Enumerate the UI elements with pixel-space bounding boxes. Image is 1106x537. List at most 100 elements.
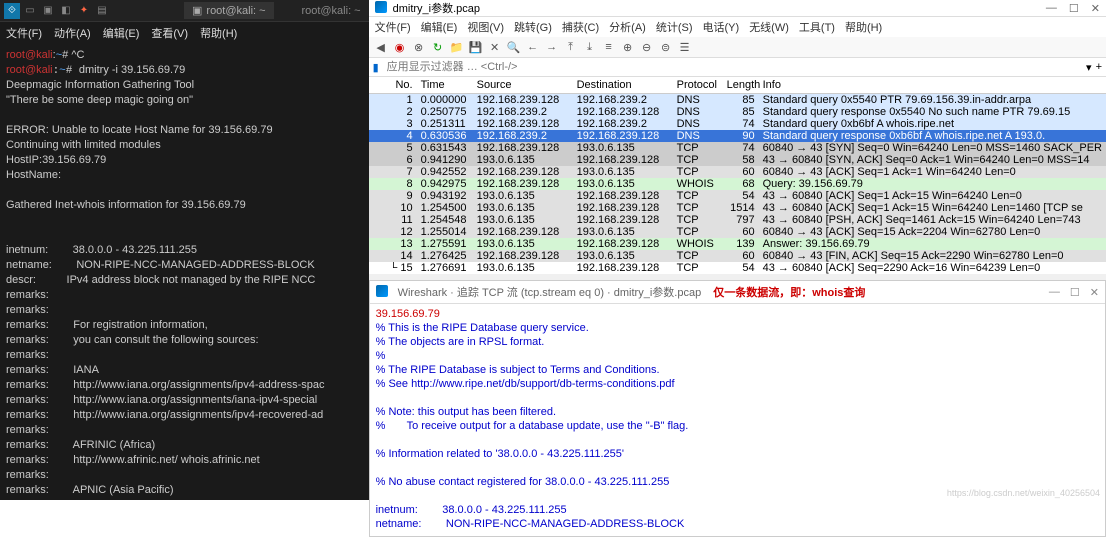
window-controls: — ☐ ✕	[1049, 286, 1099, 299]
packet-row[interactable]: 141.276425192.168.239.128193.0.6.135TCP6…	[369, 250, 1106, 262]
header-source[interactable]: Source	[473, 78, 573, 92]
wireshark-titlebar: dmitry_i参数.pcap — ☐ ✕	[369, 0, 1106, 17]
menu-file[interactable]: 文件(F)	[6, 25, 42, 41]
packet-headers: No. Time Source Destination Protocol Len…	[369, 77, 1106, 94]
packet-list[interactable]: 10.000000192.168.239.128192.168.239.2DNS…	[369, 94, 1106, 274]
wireshark-icon	[375, 1, 389, 15]
app-icon[interactable]: ▭	[22, 3, 38, 19]
header-length[interactable]: Length	[723, 78, 759, 92]
close-icon[interactable]: ✕	[1091, 2, 1100, 15]
watermark: https://blog.csdn.net/weixin_40256504	[947, 488, 1100, 498]
filter-icon[interactable]: ▮	[373, 61, 379, 74]
maximize-icon[interactable]: ☐	[1069, 2, 1079, 15]
packet-row[interactable]: 131.275591193.0.6.135192.168.239.128WHOI…	[369, 238, 1106, 250]
stream-content[interactable]: 39.156.69.79 % This is the RIPE Database…	[370, 304, 1105, 536]
packet-row[interactable]: 40.630536192.168.239.2192.168.239.128DNS…	[369, 130, 1106, 142]
terminal-output[interactable]: root@kali:~# ^C root@kali:~# dmitry -i 3…	[0, 44, 369, 500]
packet-row[interactable]: 30.251311192.168.239.128192.168.239.2DNS…	[369, 118, 1106, 130]
toolbar-icon[interactable]: ⊕	[620, 39, 636, 55]
packet-row[interactable]: 90.943192193.0.6.135192.168.239.128TCP54…	[369, 190, 1106, 202]
window-title: root@kali: ~	[293, 3, 368, 19]
wireshark-pane: dmitry_i参数.pcap — ☐ ✕ 文件(F) 编辑(E) 视图(V) …	[369, 0, 1106, 500]
toolbar-icon[interactable]: ↻	[430, 39, 446, 55]
toolbar-icon[interactable]: ⊖	[639, 39, 655, 55]
minimize-icon[interactable]: —	[1046, 2, 1057, 15]
app-icon[interactable]: ▤	[94, 3, 110, 19]
menu-item[interactable]: 无线(W)	[749, 19, 789, 35]
app-icon[interactable]: ✦	[76, 3, 92, 19]
wireshark-title: dmitry_i参数.pcap	[393, 0, 480, 16]
terminal-icon: ▣	[192, 4, 202, 17]
toolbar-icon[interactable]: ✕	[487, 39, 503, 55]
tcp-stream-window: Wireshark · 追踪 TCP 流 (tcp.stream eq 0) ·…	[369, 280, 1106, 537]
filter-bar: ▮ ▾ +	[369, 58, 1106, 77]
header-time[interactable]: Time	[417, 78, 473, 92]
toolbar-icon[interactable]: ☰	[677, 39, 693, 55]
packet-row[interactable]: 121.255014192.168.239.128193.0.6.135TCP6…	[369, 226, 1106, 238]
window-controls: — ☐ ✕	[1046, 2, 1100, 15]
toolbar-icon[interactable]: ≡	[601, 39, 617, 55]
header-no[interactable]: No.	[369, 78, 417, 92]
menu-item[interactable]: 编辑(E)	[421, 19, 458, 35]
toolbar-icon[interactable]: →	[544, 39, 560, 55]
menu-item[interactable]: 视图(V)	[467, 19, 504, 35]
app-icon[interactable]: ▣	[40, 3, 56, 19]
packet-row[interactable]: 50.631543192.168.239.128193.0.6.135TCP74…	[369, 142, 1106, 154]
stream-title: Wireshark · 追踪 TCP 流 (tcp.stream eq 0) ·…	[398, 284, 702, 300]
toolbar-icon[interactable]: 🔍	[506, 39, 522, 55]
header-protocol[interactable]: Protocol	[673, 78, 723, 92]
app-icon[interactable]: ⟐	[4, 3, 20, 19]
packet-row[interactable]: 101.254500193.0.6.135192.168.239.128TCP1…	[369, 202, 1106, 214]
terminal-pane: ⟐ ▭ ▣ ◧ ✦ ▤ ▣ root@kali: ~ root@kali: ~ …	[0, 0, 369, 500]
wireshark-icon	[376, 285, 390, 299]
toolbar-icon[interactable]: 💾	[468, 39, 484, 55]
taskbar-icons: ⟐ ▭ ▣ ◧ ✦ ▤	[0, 3, 114, 19]
toolbar-icon[interactable]: ◀	[373, 39, 389, 55]
app-icon[interactable]: ◧	[58, 3, 74, 19]
filter-input[interactable]	[383, 60, 1082, 74]
menu-item[interactable]: 电话(Y)	[703, 19, 740, 35]
toolbar-icon[interactable]: ⤒	[563, 39, 579, 55]
packet-row[interactable]: 70.942552192.168.239.128193.0.6.135TCP60…	[369, 166, 1106, 178]
menu-view[interactable]: 查看(V)	[151, 25, 188, 41]
prompt-user: root@kali	[6, 49, 53, 61]
maximize-icon[interactable]: ☐	[1070, 286, 1080, 299]
menu-item[interactable]: 文件(F)	[375, 19, 411, 35]
menu-item[interactable]: 分析(A)	[609, 19, 646, 35]
prompt-path: ~	[59, 64, 65, 76]
packet-row[interactable]: 80.942975192.168.239.128193.0.6.135WHOIS…	[369, 178, 1106, 190]
menu-item[interactable]: 帮助(H)	[845, 19, 882, 35]
menu-help[interactable]: 帮助(H)	[200, 25, 237, 41]
menu-item[interactable]: 捕获(C)	[562, 19, 599, 35]
menu-action[interactable]: 动作(A)	[54, 25, 91, 41]
query-text: 39.156.69.79	[376, 308, 440, 320]
toolbar-icon[interactable]: ⊗	[411, 39, 427, 55]
menu-item[interactable]: 跳转(G)	[514, 19, 552, 35]
annotation-text: 仅一条数据流，即：whois查询	[713, 284, 865, 300]
packet-row[interactable]: 20.250775192.168.239.2192.168.239.128DNS…	[369, 106, 1106, 118]
expression-icon[interactable]: ▾	[1086, 61, 1092, 74]
toolbar-icon[interactable]: ◉	[392, 39, 408, 55]
menu-item[interactable]: 统计(S)	[656, 19, 693, 35]
packet-row[interactable]: 111.254548193.0.6.135192.168.239.128TCP7…	[369, 214, 1106, 226]
packet-row[interactable]: 10.000000192.168.239.128192.168.239.2DNS…	[369, 94, 1106, 106]
header-info[interactable]: Info	[759, 78, 1106, 92]
minimize-icon[interactable]: —	[1049, 286, 1060, 299]
command-text: dmitry -i 39.156.69.79	[79, 64, 185, 76]
toolbar-icon[interactable]: 📁	[449, 39, 465, 55]
terminal-menu: 文件(F) 动作(A) 编辑(E) 查看(V) 帮助(H)	[0, 22, 369, 44]
packet-row[interactable]: └ 151.276691193.0.6.135192.168.239.128TC…	[369, 262, 1106, 274]
plus-icon[interactable]: +	[1096, 61, 1102, 73]
terminal-tab[interactable]: ▣ root@kali: ~	[184, 2, 274, 19]
header-destination[interactable]: Destination	[573, 78, 673, 92]
packet-row[interactable]: 60.941290193.0.6.135192.168.239.128TCP58…	[369, 154, 1106, 166]
menu-edit[interactable]: 编辑(E)	[103, 25, 140, 41]
wireshark-toolbar: ◀ ◉ ⊗ ↻ 📁 💾 ✕ 🔍 ← → ⤒ ⤓ ≡ ⊕ ⊖ ⊜ ☰	[369, 37, 1106, 58]
toolbar-icon[interactable]: ←	[525, 39, 541, 55]
prompt-user: root@kali	[6, 64, 53, 76]
menu-item[interactable]: 工具(T)	[799, 19, 835, 35]
tab-label: root@kali: ~	[206, 5, 265, 17]
close-icon[interactable]: ✕	[1090, 286, 1099, 299]
toolbar-icon[interactable]: ⤓	[582, 39, 598, 55]
toolbar-icon[interactable]: ⊜	[658, 39, 674, 55]
